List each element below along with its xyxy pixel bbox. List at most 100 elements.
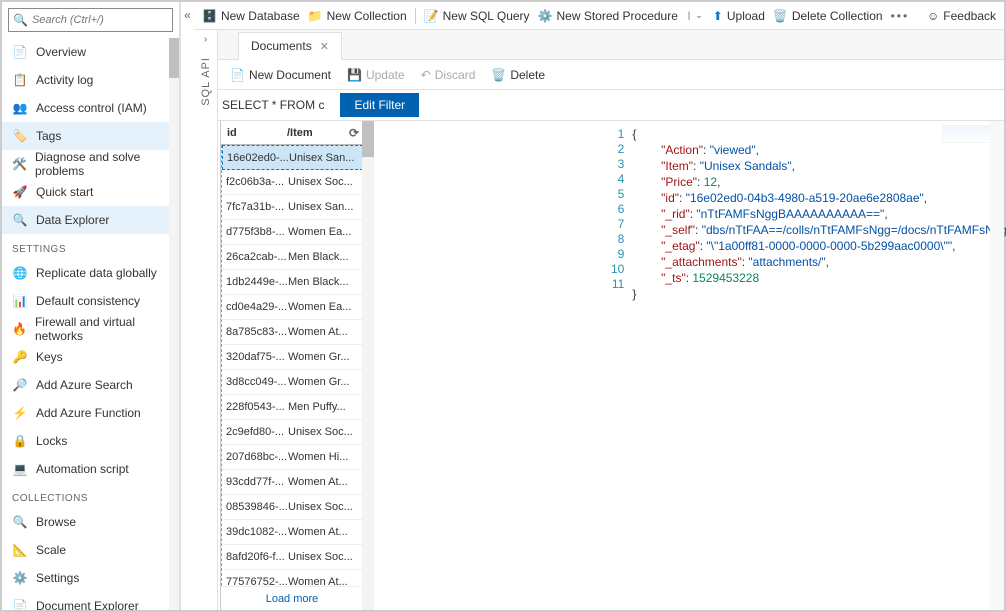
table-row[interactable]: 77576752-...Women At... <box>222 570 363 586</box>
smile-icon: ☺ <box>927 9 939 23</box>
column-item-header[interactable]: /Item <box>287 127 345 139</box>
settings-item-label-3: Keys <box>36 350 63 364</box>
collections-item-1[interactable]: 📐 Scale <box>2 536 169 564</box>
sidebar-item-4[interactable]: 🛠️Diagnose and solve problems <box>2 150 169 178</box>
new-collection-button[interactable]: 📁New Collection <box>308 9 407 23</box>
sidebar-item-5[interactable]: 🚀 Quick start <box>2 178 169 206</box>
table-row[interactable]: 207d68bc-...Women Hi... <box>222 445 363 470</box>
table-row[interactable]: 16e02ed0-...Unisex San... <box>222 145 363 170</box>
row-item: Women At... <box>288 476 363 488</box>
table-row[interactable]: f2c06b3a-...Unisex Soc... <box>222 170 363 195</box>
sidebar-item-label-2: Access control (IAM) <box>36 101 147 115</box>
sidebar-item-icon-5: 🚀 <box>12 184 28 200</box>
edit-filter-label: Edit Filter <box>354 98 405 112</box>
sidebar-item-6[interactable]: 🔍Data Explorer <box>2 206 169 234</box>
list-scroll-thumb[interactable] <box>362 121 374 157</box>
new-document-button[interactable]: 📄New Document <box>230 68 331 82</box>
row-id: 8a785c83-... <box>226 326 288 338</box>
delete-button[interactable]: 🗑️Delete <box>491 68 545 82</box>
table-row[interactable]: 8a785c83-...Women At... <box>222 320 363 345</box>
sidebar-item-label-5: Quick start <box>36 185 93 199</box>
row-id: 08539846-... <box>226 501 288 513</box>
settings-item-7[interactable]: 💻Automation script <box>2 455 169 483</box>
sidebar-item-1[interactable]: 📋Activity log <box>2 66 169 94</box>
upload-button[interactable]: ⬆Upload <box>713 9 765 23</box>
row-item: Women Gr... <box>288 351 363 363</box>
search-box[interactable]: 🔍 <box>8 8 173 32</box>
row-id: cd0e4a29-... <box>226 301 288 313</box>
table-row[interactable]: 228f0543-...Men Puffy... <box>222 395 363 420</box>
row-id: 207d68bc-... <box>226 451 288 463</box>
settings-item-5[interactable]: ⚡Add Azure Function <box>2 399 169 427</box>
feedback-button[interactable]: ☺Feedback <box>927 9 996 23</box>
sidebar-item-icon-4: 🛠️ <box>12 156 27 172</box>
sidebar-scroll-thumb[interactable] <box>169 38 179 78</box>
sidebar-scroll-track <box>169 38 179 610</box>
row-id: 2c9efd80-... <box>226 426 288 438</box>
sidebar-item-3[interactable]: 🏷️Tags <box>2 122 169 150</box>
settings-item-2[interactable]: 🔥Firewall and virtual networks <box>2 315 169 343</box>
sidebar-item-0[interactable]: 📄Overview <box>2 38 169 66</box>
table-row[interactable]: 1db2449e-...Men Black... <box>222 270 363 295</box>
table-row[interactable]: 7fc7a31b-...Unisex San... <box>222 195 363 220</box>
tab-label: Documents <box>251 39 312 53</box>
edit-filter-button[interactable]: Edit Filter <box>340 93 419 117</box>
delete-label: Delete <box>510 68 545 82</box>
settings-item-6[interactable]: 🔒Locks <box>2 427 169 455</box>
settings-item-4[interactable]: 🔎Add Azure Search <box>2 371 169 399</box>
row-item: Women Ea... <box>288 226 363 238</box>
table-row[interactable]: 93cdd77f-...Women At... <box>222 470 363 495</box>
new-sql-query-button[interactable]: 📝New SQL Query <box>424 9 530 23</box>
table-row[interactable]: 39dc1082-...Women At... <box>222 520 363 545</box>
row-item: Unisex Soc... <box>288 551 363 563</box>
collections-item-label-1: Scale <box>36 543 66 557</box>
sidebar-item-2[interactable]: 👥 Access control (IAM) <box>2 94 169 122</box>
settings-heading: SETTINGS <box>2 234 169 259</box>
row-id: 228f0543-... <box>226 401 288 413</box>
search-input[interactable] <box>32 14 168 26</box>
stored-proc-dropdown[interactable]: | ⌄ <box>686 10 705 21</box>
new-stored-proc-button[interactable]: ⚙️New Stored Procedure <box>538 9 678 23</box>
update-button: 💾Update <box>347 68 405 82</box>
column-id-header[interactable]: id <box>221 127 287 139</box>
sidebar-item-icon-2: 👥 <box>12 100 28 116</box>
sidebar-item-label-0: Overview <box>36 45 86 59</box>
tab-documents[interactable]: Documents ✕ <box>238 32 342 60</box>
row-id: 1db2449e-... <box>226 276 288 288</box>
settings-item-3[interactable]: 🔑 Keys <box>2 343 169 371</box>
row-id: f2c06b3a-... <box>226 176 288 188</box>
table-row[interactable]: 2c9efd80-...Unisex Soc... <box>222 420 363 445</box>
refresh-icon[interactable]: ⟳ <box>345 126 363 140</box>
table-row[interactable]: d775f3b8-...Women Ea... <box>222 220 363 245</box>
delete-collection-button[interactable]: 🗑️Delete Collection <box>773 9 883 23</box>
settings-item-icon-3: 🔑 <box>12 349 28 365</box>
row-id: 16e02ed0-... <box>227 152 289 164</box>
row-item: Women Ea... <box>288 301 363 313</box>
tree-collapse-panel[interactable]: › SQL API <box>194 30 218 610</box>
new-database-button[interactable]: 🗄️New Database <box>202 9 300 23</box>
table-row[interactable]: 08539846-...Unisex Soc... <box>222 495 363 520</box>
sql-icon: 📝 <box>424 9 439 23</box>
settings-item-icon-6: 🔒 <box>12 433 28 449</box>
settings-item-0[interactable]: 🌐Replicate data globally <box>2 259 169 287</box>
row-item: Women Hi... <box>288 451 363 463</box>
settings-item-icon-4: 🔎 <box>12 377 28 393</box>
collections-item-icon-0: 🔍 <box>12 514 28 530</box>
collections-item-2[interactable]: ⚙️Settings <box>2 564 169 592</box>
table-row[interactable]: cd0e4a29-...Women Ea... <box>222 295 363 320</box>
table-row[interactable]: 3d8cc049-...Women Gr... <box>222 370 363 395</box>
row-id: 39dc1082-... <box>226 526 288 538</box>
collections-item-icon-1: 📐 <box>12 542 28 558</box>
toolbar-overflow[interactable]: ••• <box>891 9 910 23</box>
collections-item-3[interactable]: 📄Document Explorer <box>2 592 169 610</box>
settings-item-1[interactable]: 📊Default consistency <box>2 287 169 315</box>
json-editor[interactable]: { "Action": "viewed", "Item": "Unisex Sa… <box>632 121 1006 610</box>
table-row[interactable]: 8afd20f6-f...Unisex Soc... <box>222 545 363 570</box>
table-row[interactable]: 26ca2cab-...Men Black... <box>222 245 363 270</box>
collections-item-0[interactable]: 🔍Browse <box>2 508 169 536</box>
load-more-link[interactable]: Load more <box>221 586 363 610</box>
sidebar-item-icon-1: 📋 <box>12 72 28 88</box>
table-row[interactable]: 320daf75-...Women Gr... <box>222 345 363 370</box>
close-tab-icon[interactable]: ✕ <box>320 40 329 53</box>
sidebar-collapse-handle[interactable]: « <box>180 2 194 610</box>
